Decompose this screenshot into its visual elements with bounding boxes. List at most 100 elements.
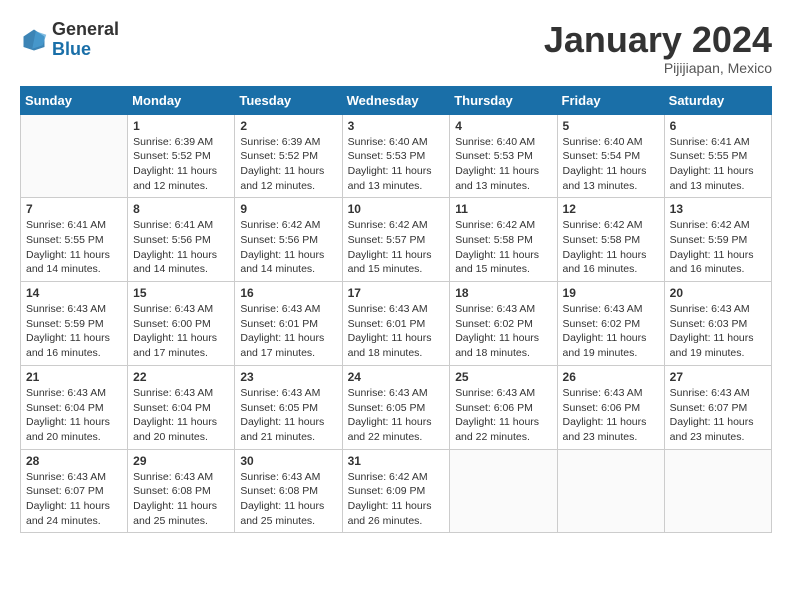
day-number: 5 xyxy=(563,119,659,133)
calendar-day-cell: 5 Sunrise: 6:40 AMSunset: 5:54 PMDaylight… xyxy=(557,114,664,198)
day-number: 23 xyxy=(240,370,336,384)
day-number: 27 xyxy=(670,370,766,384)
calendar-day-cell: 11 Sunrise: 6:42 AMSunset: 5:58 PMDayligh… xyxy=(450,198,557,282)
day-info: Sunrise: 6:43 AMSunset: 6:07 PMDaylight:… xyxy=(670,386,766,445)
day-info: Sunrise: 6:43 AMSunset: 6:01 PMDaylight:… xyxy=(240,302,336,361)
day-number: 14 xyxy=(26,286,122,300)
calendar-day-cell: 12 Sunrise: 6:42 AMSunset: 5:58 PMDayligh… xyxy=(557,198,664,282)
calendar-day-cell: 30Sunrise: 6:43 AMSunset: 6:08 PMDayligh… xyxy=(235,449,342,533)
day-info: Sunrise: 6:43 AMSunset: 6:00 PMDaylight:… xyxy=(133,302,229,361)
day-info: Sunrise: 6:41 AMSunset: 5:56 PMDaylight:… xyxy=(133,218,229,277)
calendar-day-cell: 16 Sunrise: 6:43 AMSunset: 6:01 PMDayligh… xyxy=(235,282,342,366)
day-number: 9 xyxy=(240,202,336,216)
day-number: 29 xyxy=(133,454,229,468)
calendar-table: SundayMondayTuesdayWednesdayThursdayFrid… xyxy=(20,86,772,534)
logo-text: General Blue xyxy=(52,20,119,60)
day-info: Sunrise: 6:40 AMSunset: 5:54 PMDaylight:… xyxy=(563,135,659,194)
calendar-day-cell: 29 Sunrise: 6:43 AMSunset: 6:08 PMDayligh… xyxy=(128,449,235,533)
calendar-day-cell xyxy=(557,449,664,533)
day-number: 2 xyxy=(240,119,336,133)
page-header: General Blue January 2024 Pijijiapan, Me… xyxy=(20,20,772,76)
calendar-day-cell: 14 Sunrise: 6:43 AMSunset: 5:59 PMDayligh… xyxy=(21,282,128,366)
calendar-day-cell: 20 Sunrise: 6:43 AMSunset: 6:03 PMDayligh… xyxy=(664,282,771,366)
weekday-header: Tuesday xyxy=(235,86,342,114)
day-number: 13 xyxy=(670,202,766,216)
calendar-day-cell: 7Sunrise: 6:41 AMSunset: 5:55 PMDaylight… xyxy=(21,198,128,282)
calendar-day-cell: 4Sunrise: 6:40 AMSunset: 5:53 PMDaylight… xyxy=(450,114,557,198)
calendar-week-row: 21 Sunrise: 6:43 AMSunset: 6:04 PMDayligh… xyxy=(21,365,772,449)
day-info: Sunrise: 6:41 AMSunset: 5:55 PMDaylight:… xyxy=(26,218,122,277)
calendar-day-cell: 18 Sunrise: 6:43 AMSunset: 6:02 PMDayligh… xyxy=(450,282,557,366)
calendar-day-cell xyxy=(450,449,557,533)
day-number: 16 xyxy=(240,286,336,300)
calendar-header-row: SundayMondayTuesdayWednesdayThursdayFrid… xyxy=(21,86,772,114)
day-number: 6 xyxy=(670,119,766,133)
calendar-week-row: 7Sunrise: 6:41 AMSunset: 5:55 PMDaylight… xyxy=(21,198,772,282)
day-info: Sunrise: 6:43 AMSunset: 6:02 PMDaylight:… xyxy=(455,302,551,361)
day-info: Sunrise: 6:43 AMSunset: 6:07 PMDaylight:… xyxy=(26,470,122,529)
day-info: Sunrise: 6:43 AMSunset: 5:59 PMDaylight:… xyxy=(26,302,122,361)
calendar-day-cell: 10 Sunrise: 6:42 AMSunset: 5:57 PMDayligh… xyxy=(342,198,450,282)
day-number: 31 xyxy=(348,454,445,468)
logo-blue: Blue xyxy=(52,39,91,59)
calendar-day-cell: 21Sunrise: 6:43 AMSunset: 6:04 PMDayligh… xyxy=(21,365,128,449)
calendar-day-cell: 26 Sunrise: 6:43 AMSunset: 6:06 PMDayligh… xyxy=(557,365,664,449)
calendar-day-cell: 13Sunrise: 6:42 AMSunset: 5:59 PMDayligh… xyxy=(664,198,771,282)
calendar-day-cell: 25 Sunrise: 6:43 AMSunset: 6:06 PMDayligh… xyxy=(450,365,557,449)
day-number: 21 xyxy=(26,370,122,384)
calendar-day-cell: 27 Sunrise: 6:43 AMSunset: 6:07 PMDayligh… xyxy=(664,365,771,449)
day-number: 24 xyxy=(348,370,445,384)
month-title: January 2024 xyxy=(544,20,772,60)
day-info: Sunrise: 6:42 AMSunset: 5:57 PMDaylight:… xyxy=(348,218,445,277)
calendar-day-cell: 8Sunrise: 6:41 AMSunset: 5:56 PMDaylight… xyxy=(128,198,235,282)
day-number: 28 xyxy=(26,454,122,468)
day-info: Sunrise: 6:42 AMSunset: 5:58 PMDaylight:… xyxy=(563,218,659,277)
calendar-day-cell: 19Sunrise: 6:43 AMSunset: 6:02 PMDayligh… xyxy=(557,282,664,366)
day-number: 17 xyxy=(348,286,445,300)
weekday-header: Thursday xyxy=(450,86,557,114)
day-info: Sunrise: 6:42 AMSunset: 5:58 PMDaylight:… xyxy=(455,218,551,277)
day-info: Sunrise: 6:39 AMSunset: 5:52 PMDaylight:… xyxy=(133,135,229,194)
weekday-header: Wednesday xyxy=(342,86,450,114)
calendar-day-cell: 1 Sunrise: 6:39 AMSunset: 5:52 PMDaylight… xyxy=(128,114,235,198)
calendar-day-cell: 23 Sunrise: 6:43 AMSunset: 6:05 PMDayligh… xyxy=(235,365,342,449)
calendar-day-cell: 2 Sunrise: 6:39 AMSunset: 5:52 PMDaylight… xyxy=(235,114,342,198)
logo-icon xyxy=(20,26,48,54)
calendar-week-row: 28 Sunrise: 6:43 AMSunset: 6:07 PMDayligh… xyxy=(21,449,772,533)
day-info: Sunrise: 6:43 AMSunset: 6:03 PMDaylight:… xyxy=(670,302,766,361)
weekday-header: Sunday xyxy=(21,86,128,114)
day-number: 25 xyxy=(455,370,551,384)
day-info: Sunrise: 6:39 AMSunset: 5:52 PMDaylight:… xyxy=(240,135,336,194)
calendar-day-cell: 6Sunrise: 6:41 AMSunset: 5:55 PMDaylight… xyxy=(664,114,771,198)
calendar-day-cell xyxy=(21,114,128,198)
day-info: Sunrise: 6:40 AMSunset: 5:53 PMDaylight:… xyxy=(348,135,445,194)
day-info: Sunrise: 6:43 AMSunset: 6:06 PMDaylight:… xyxy=(563,386,659,445)
day-number: 10 xyxy=(348,202,445,216)
day-info: Sunrise: 6:42 AMSunset: 6:09 PMDaylight:… xyxy=(348,470,445,529)
weekday-header: Saturday xyxy=(664,86,771,114)
calendar-day-cell: 24 Sunrise: 6:43 AMSunset: 6:05 PMDayligh… xyxy=(342,365,450,449)
day-info: Sunrise: 6:43 AMSunset: 6:05 PMDaylight:… xyxy=(348,386,445,445)
day-number: 1 xyxy=(133,119,229,133)
day-number: 3 xyxy=(348,119,445,133)
day-info: Sunrise: 6:43 AMSunset: 6:01 PMDaylight:… xyxy=(348,302,445,361)
day-info: Sunrise: 6:42 AMSunset: 5:56 PMDaylight:… xyxy=(240,218,336,277)
calendar-day-cell: 17 Sunrise: 6:43 AMSunset: 6:01 PMDayligh… xyxy=(342,282,450,366)
day-number: 18 xyxy=(455,286,551,300)
day-number: 22 xyxy=(133,370,229,384)
calendar-day-cell: 28 Sunrise: 6:43 AMSunset: 6:07 PMDayligh… xyxy=(21,449,128,533)
calendar-day-cell: 9 Sunrise: 6:42 AMSunset: 5:56 PMDaylight… xyxy=(235,198,342,282)
day-info: Sunrise: 6:43 AMSunset: 6:05 PMDaylight:… xyxy=(240,386,336,445)
calendar-day-cell xyxy=(664,449,771,533)
calendar-day-cell: 3 Sunrise: 6:40 AMSunset: 5:53 PMDaylight… xyxy=(342,114,450,198)
day-number: 26 xyxy=(563,370,659,384)
day-info: Sunrise: 6:43 AMSunset: 6:04 PMDaylight:… xyxy=(133,386,229,445)
day-info: Sunrise: 6:43 AMSunset: 6:08 PMDaylight:… xyxy=(133,470,229,529)
day-info: Sunrise: 6:43 AMSunset: 6:06 PMDaylight:… xyxy=(455,386,551,445)
logo: General Blue xyxy=(20,20,119,60)
day-number: 12 xyxy=(563,202,659,216)
day-number: 4 xyxy=(455,119,551,133)
day-number: 11 xyxy=(455,202,551,216)
day-number: 20 xyxy=(670,286,766,300)
day-number: 30 xyxy=(240,454,336,468)
